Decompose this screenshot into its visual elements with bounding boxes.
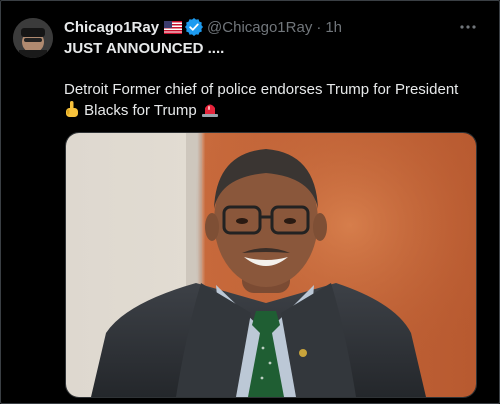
verified-badge-icon[interactable] (185, 18, 204, 36)
user-handle[interactable]: @Chicago1Ray (207, 19, 312, 36)
separator-dot: · (316, 18, 322, 36)
avatar-image (13, 18, 53, 58)
tweet-body: Detroit Former chief of police endorses … (64, 80, 478, 124)
tweet-header: Chicago1Ray @Chicago1Ray · 1h (64, 17, 460, 37)
timestamp[interactable]: 1h (325, 19, 342, 36)
tweet-body-line-2-row: Blacks for Trump (64, 100, 478, 124)
display-name[interactable]: Chicago1Ray (64, 19, 159, 36)
tweet-body-line-2: Blacks for Trump (84, 102, 197, 119)
point-down-icon (64, 100, 80, 124)
tweet-headline: JUST ANNOUNCED .... (64, 40, 225, 57)
more-options-button[interactable] (458, 17, 478, 37)
us-flag-icon (164, 20, 183, 34)
more-icon (460, 25, 476, 29)
rotating-light-icon (201, 100, 219, 124)
tweet-body-line-1: Detroit Former chief of police endorses … (64, 81, 459, 98)
avatar[interactable] (13, 18, 53, 58)
tweet-media-photo[interactable] (65, 132, 477, 398)
photo-portrait-image (66, 133, 476, 397)
